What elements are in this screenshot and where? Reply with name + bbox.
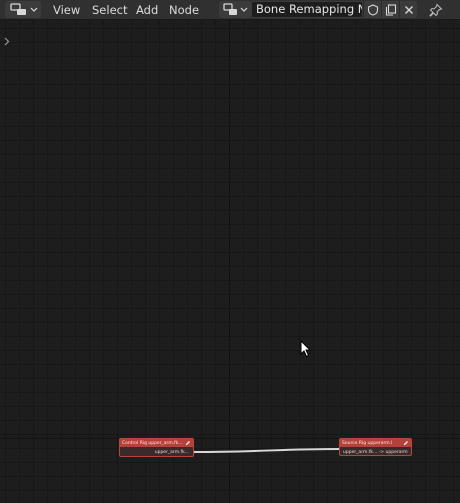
fake-user-button[interactable] [363,1,381,18]
pin-icon [429,3,443,17]
node-title: Control Rig upper_arm.fk... [122,440,183,446]
editor-type-dropdown[interactable] [5,1,41,18]
pin-button[interactable] [426,1,446,18]
node-link[interactable] [0,20,460,503]
unlink-tree-button[interactable] [399,1,417,18]
node-editor-icon [10,3,38,15]
menu-select[interactable]: Select [86,0,133,20]
menu-node[interactable]: Node [163,0,205,20]
shield-icon [367,3,378,16]
close-icon [404,5,413,14]
node-header[interactable]: Control Rig upper_arm.fk... [120,439,193,447]
copy-icon [385,3,396,16]
menu-view[interactable]: View [47,0,86,20]
node-editor-header: View Select Add Node Bone Remapping No..… [0,0,460,20]
node-tree-browse-dropdown[interactable] [219,1,251,18]
mouse-cursor-icon [300,340,312,358]
edit-icon [186,441,190,445]
edit-icon [404,441,408,445]
node-tree-type-icon [223,3,248,15]
source-rig-node[interactable]: Source Rig upperarm.l upper_arm.fk... ->… [339,438,412,456]
node-canvas[interactable]: Control Rig upper_arm.fk... upper_arm.fk… [0,20,460,503]
node-socket-label: upper_arm.fk... -> upperarm [343,449,408,455]
node-header[interactable]: Source Rig upperarm.l [340,439,411,447]
duplicate-tree-button[interactable] [381,1,399,18]
node-socket-label: upper_arm.fk... [154,449,189,455]
node-tree-name-field[interactable]: Bone Remapping No... [251,1,363,18]
menu-add[interactable]: Add [130,0,164,20]
node-title: Source Rig upperarm.l [342,440,393,446]
control-rig-node[interactable]: Control Rig upper_arm.fk... upper_arm.fk… [119,438,194,457]
